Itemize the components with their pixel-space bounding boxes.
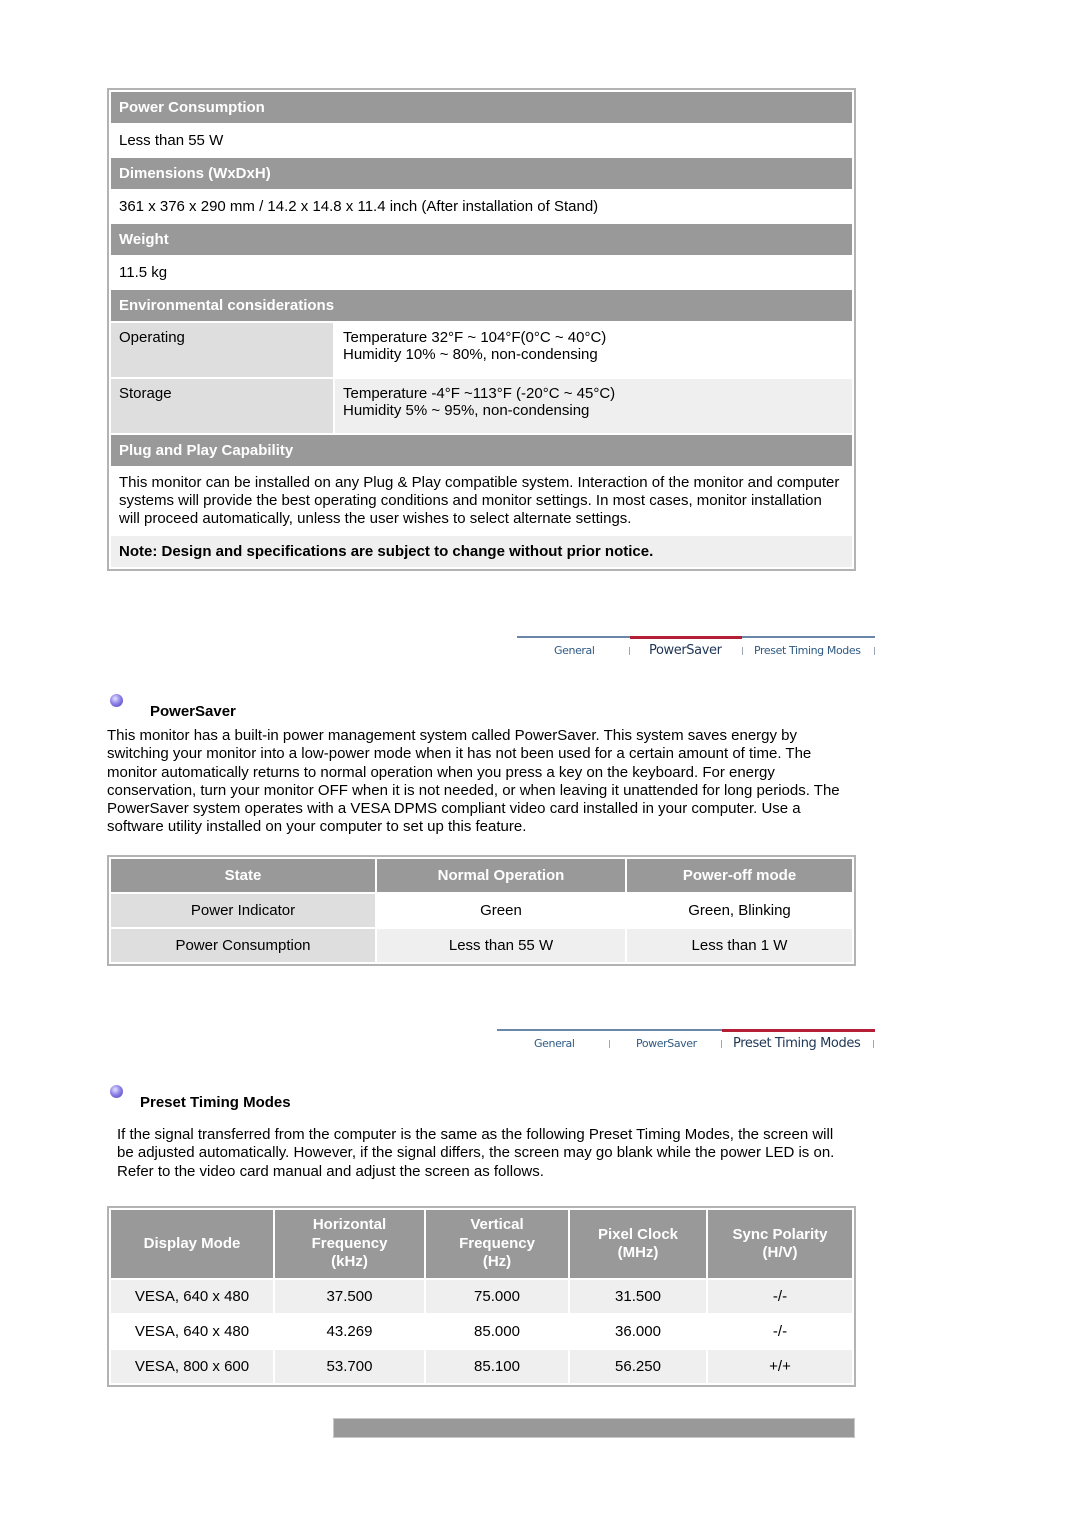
table-cell: Less than 55 W — [377, 929, 625, 962]
powersaver-table: State Normal Operation Power-off mode Po… — [107, 855, 856, 966]
table-cell: 36.000 — [570, 1315, 706, 1348]
table-row: Power Indicator Green Green, Blinking — [111, 894, 852, 927]
tab-preset-timing-modes[interactable]: Preset Timing Modes — [754, 644, 861, 657]
table-cell: 85.000 — [426, 1315, 568, 1348]
table-cell: 37.500 — [275, 1280, 424, 1313]
table-cell: 75.000 — [426, 1280, 568, 1313]
preset-timing-description: If the signal transferred from the compu… — [117, 1126, 835, 1180]
table-row: Power Consumption Less than 55 W Less th… — [111, 929, 852, 962]
environmental-label: Operating — [111, 323, 333, 377]
table-cell: VESA, 800 x 600 — [111, 1350, 273, 1383]
tab-powersaver[interactable]: PowerSaver — [636, 1037, 697, 1050]
header-line: (H/V) — [762, 1244, 798, 1261]
table-row: VESA, 800 x 600 53.700 85.100 56.250 +/+ — [111, 1350, 852, 1383]
dimensions-value: 361 x 376 x 290 mm / 14.2 x 14.8 x 11.4 … — [111, 191, 852, 222]
preset-timing-table: Display Mode Horizontal Frequency (kHz) … — [107, 1206, 856, 1387]
tab-separator — [629, 647, 630, 655]
environmental-value: Temperature -4°F ~113°F (-20°C ~ 45°C) H… — [335, 379, 852, 433]
table-cell: 56.250 — [570, 1350, 706, 1383]
table-cell: -/- — [708, 1280, 852, 1313]
column-header: Normal Operation — [377, 859, 625, 892]
table-cell: 85.100 — [426, 1350, 568, 1383]
table-cell: VESA, 640 x 480 — [111, 1280, 273, 1313]
table-cell: Power Consumption — [111, 929, 375, 962]
weight-value: 11.5 kg — [111, 257, 852, 288]
footer-bar — [333, 1418, 855, 1438]
section-tab-bar: General PowerSaver Preset Timing Modes — [497, 1029, 875, 1063]
humidity-range: Humidity 10% ~ 80%, non-condensing — [343, 346, 598, 363]
active-tab-indicator — [630, 636, 742, 639]
table-header-row: State Normal Operation Power-off mode — [111, 859, 852, 892]
plug-and-play-header: Plug and Play Capability — [111, 435, 852, 466]
column-header-pixel-clock: Pixel Clock (MHz) — [570, 1210, 706, 1278]
environmental-label: Storage — [111, 379, 333, 433]
column-header-display-mode: Display Mode — [111, 1210, 273, 1278]
header-line: Sync Polarity — [732, 1225, 828, 1243]
column-header-horizontal-frequency: Horizontal Frequency (kHz) — [275, 1210, 424, 1278]
tab-separator — [873, 1040, 874, 1048]
header-line: Frequency — [311, 1234, 388, 1252]
header-line: Vertical — [470, 1216, 524, 1234]
column-header-vertical-frequency: Vertical Frequency (Hz) — [426, 1210, 568, 1278]
temperature-range: Temperature -4°F ~113°F (-20°C ~ 45°C) — [343, 385, 616, 402]
table-cell: -/- — [708, 1315, 852, 1348]
environmental-row-operating: Operating Temperature 32°F ~ 104°F(0°C ~… — [111, 323, 852, 377]
column-header: Power-off mode — [627, 859, 852, 892]
plug-and-play-text: This monitor can be installed on any Plu… — [111, 468, 852, 534]
weight-header: Weight — [111, 224, 852, 255]
tab-separator — [742, 647, 743, 655]
table-cell: 43.269 — [275, 1315, 424, 1348]
powersaver-title: PowerSaver — [150, 703, 236, 720]
tab-general[interactable]: General — [554, 644, 595, 657]
table-cell: Green, Blinking — [627, 894, 852, 927]
bullet-icon — [110, 1085, 123, 1098]
tab-separator — [721, 1040, 722, 1048]
header-line: (kHz) — [331, 1253, 368, 1271]
active-tab-indicator — [722, 1029, 875, 1032]
tab-powersaver[interactable]: PowerSaver — [649, 643, 722, 658]
table-cell: +/+ — [708, 1350, 852, 1383]
column-header-sync-polarity: Sync Polarity (H/V) — [708, 1210, 852, 1278]
table-cell: VESA, 640 x 480 — [111, 1315, 273, 1348]
table-row: VESA, 640 x 480 43.269 85.000 36.000 -/- — [111, 1315, 852, 1348]
column-header: State — [111, 859, 375, 892]
dimensions-header: Dimensions (WxDxH) — [111, 158, 852, 189]
environmental-header: Environmental considerations — [111, 290, 852, 321]
preset-timing-title: Preset Timing Modes — [140, 1094, 291, 1111]
table-row: VESA, 640 x 480 37.500 75.000 31.500 -/- — [111, 1280, 852, 1313]
header-line: Display Mode — [143, 1234, 241, 1252]
table-cell: Less than 1 W — [627, 929, 852, 962]
table-cell: Green — [377, 894, 625, 927]
environmental-row-storage: Storage Temperature -4°F ~113°F (-20°C ~… — [111, 379, 852, 433]
table-cell: 53.700 — [275, 1350, 424, 1383]
header-line: (Hz) — [482, 1253, 512, 1271]
change-notice: Note: Design and specifications are subj… — [111, 536, 852, 567]
humidity-range: Humidity 5% ~ 95%, non-condensing — [343, 402, 590, 419]
tab-separator — [609, 1040, 610, 1048]
bullet-icon — [110, 694, 123, 707]
section-tab-bar: General PowerSaver Preset Timing Modes — [517, 636, 875, 670]
powersaver-description: This monitor has a built-in power manage… — [107, 727, 840, 836]
power-consumption-header: Power Consumption — [111, 92, 852, 123]
table-header-row: Display Mode Horizontal Frequency (kHz) … — [111, 1210, 852, 1278]
environmental-value: Temperature 32°F ~ 104°F(0°C ~ 40°C) Hum… — [335, 323, 852, 377]
header-line: Pixel Clock — [597, 1225, 679, 1243]
tab-separator — [874, 647, 875, 655]
tab-preset-timing-modes[interactable]: Preset Timing Modes — [733, 1036, 861, 1051]
table-cell: Power Indicator — [111, 894, 375, 927]
power-consumption-value: Less than 55 W — [111, 125, 852, 156]
table-cell: 31.500 — [570, 1280, 706, 1313]
header-line: (MHz) — [617, 1244, 659, 1261]
specifications-table: Power Consumption Less than 55 W Dimensi… — [107, 88, 856, 571]
tab-general[interactable]: General — [534, 1037, 575, 1050]
header-line: Horizontal — [312, 1216, 387, 1234]
header-line: Frequency — [459, 1234, 535, 1252]
temperature-range: Temperature 32°F ~ 104°F(0°C ~ 40°C) — [343, 329, 607, 346]
